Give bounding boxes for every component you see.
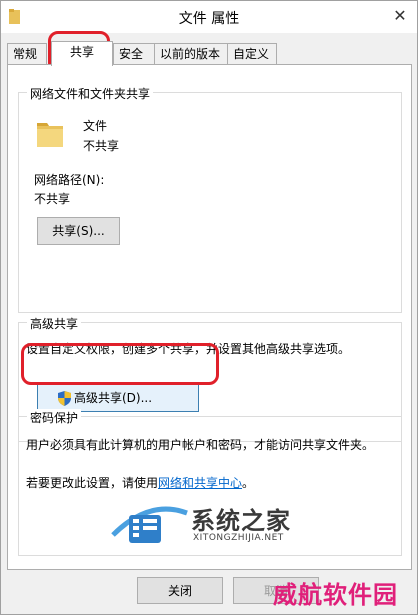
share-button[interactable]: 共享(S)... [37,217,120,245]
tab-customize[interactable]: 自定义 [227,43,277,65]
network-sharing-group: 网络文件和文件夹共享 文件 不共享 网络路径(N): 不共享 共享(S)... [18,85,402,313]
properties-window: 文件 属性 ✕ 常规 共享 安全 以前的版本 自定义 网络文件和文件夹共享 文件… [0,0,418,615]
item-share-status: 不共享 [83,139,120,153]
advanced-sharing-description: 设置自定义权限，创建多个共享，并设置其他高级共享选项。 [26,342,351,356]
password-protection-description: 用户必须具有此计算机的用户帐户和密码，才能访问共享文件夹。 [26,438,375,452]
tab-security[interactable]: 安全 [113,43,155,65]
advanced-sharing-title: 高级共享 [27,315,82,332]
watermark-corner-text: 威航软件园 [273,581,398,609]
watermark-brand-url: XITONGZHIJIA.NET [193,533,284,543]
tab-general[interactable]: 常规 [7,43,47,65]
window-title: 文件 属性 [178,11,240,27]
item-name: 文件 [83,119,108,133]
network-path-label: 网络路径(N): [34,173,105,187]
tab-sharing[interactable]: 共享 [51,41,113,66]
tab-previous-versions[interactable]: 以前的版本 [154,43,228,65]
shield-icon [58,391,71,406]
network-path-value: 不共享 [34,192,71,206]
folder-icon [37,123,63,147]
watermark-logo-icon [111,506,188,543]
sharing-tab-panel: 网络文件和文件夹共享 文件 不共享 网络路径(N): 不共享 共享(S)... … [7,64,412,570]
advanced-sharing-button-label: 高级共享(D)... [74,391,153,405]
watermark-brand: 系统之家 [191,507,291,535]
change-setting-prefix: 若要更改此设置，请使用 [26,476,159,490]
password-protection-title: 密码保护 [27,409,82,426]
network-sharing-title: 网络文件和文件夹共享 [27,85,154,102]
tab-bar: 常规 共享 安全 以前的版本 自定义 [7,41,413,66]
close-icon[interactable]: ✕ [389,5,411,27]
change-setting-line: 若要更改此设置，请使用网络和共享中心。 [26,474,254,491]
advanced-sharing-button[interactable]: 高级共享(D)... [37,384,199,412]
title-bar[interactable]: 文件 属性 ✕ [1,1,417,33]
change-setting-suffix: 。 [242,476,255,490]
close-button[interactable]: 关闭 [137,577,223,604]
network-sharing-center-link[interactable]: 网络和共享中心 [158,476,242,490]
